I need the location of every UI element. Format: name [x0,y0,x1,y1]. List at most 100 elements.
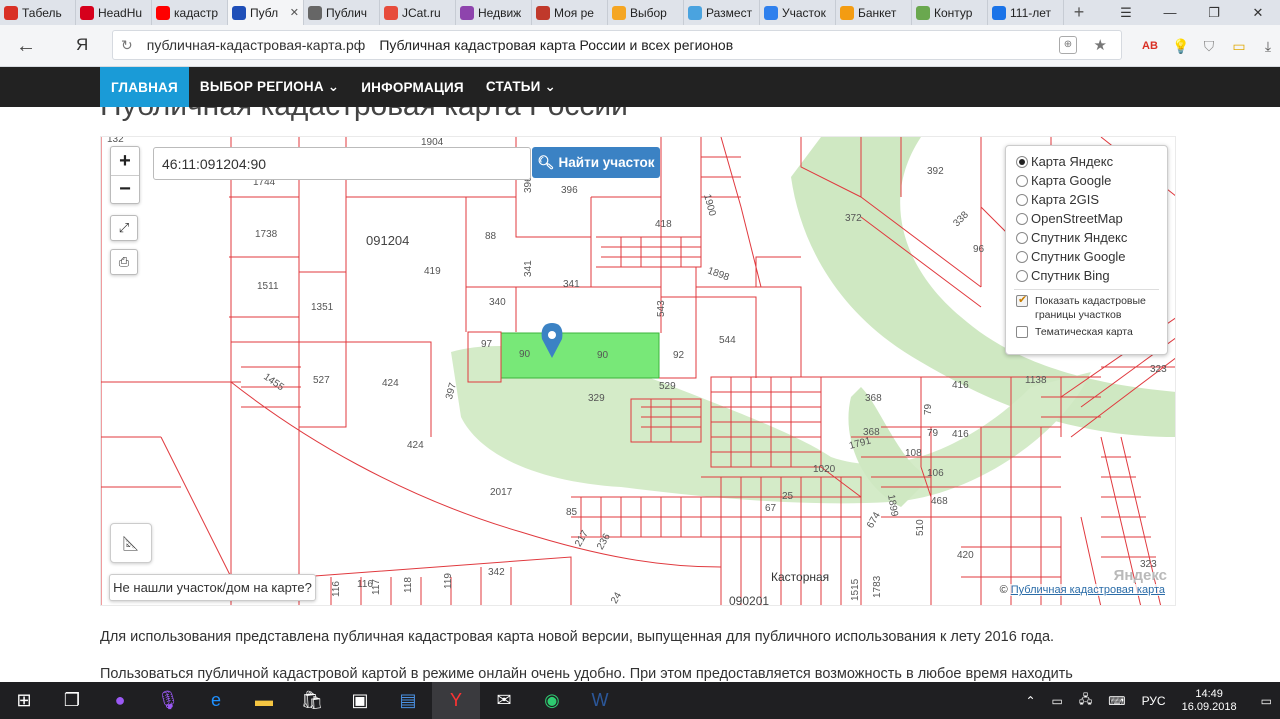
label: 1138 [1025,375,1047,386]
network-icon[interactable]: 🖧︎ [1079,690,1092,711]
layer-option[interactable]: Спутник Bing [1016,266,1167,285]
layer-label: Карта 2GIS [1031,192,1100,207]
keyboard-icon[interactable]: ⌨ [1108,694,1125,708]
browser-tab[interactable]: HeadHu [76,0,152,25]
battery-icon[interactable]: ▭ [1052,694,1063,708]
layer-radio[interactable] [1016,155,1028,168]
menu-icon[interactable]: ☰ [1104,0,1148,25]
content-paragraph-1: Для использования представлена публичная… [100,629,1055,645]
fullscreen-icon[interactable]: ⤢ [110,215,138,241]
back-arrow-icon[interactable]: ← [16,35,36,58]
label: 424 [382,378,399,389]
minimize-icon[interactable]: — [1148,0,1192,25]
browser-tab[interactable]: Публ ✕ [228,0,304,25]
reload-icon[interactable]: ↻ [121,37,133,54]
protect-icon[interactable]: ⊕ [1059,36,1077,54]
label: 420 [957,550,974,561]
word-icon[interactable]: W [576,682,624,719]
adblock-extension-icon[interactable]: AB [1140,36,1160,56]
browser-tab[interactable]: кадастр [152,0,228,25]
layer-radio[interactable] [1016,193,1028,206]
app-icon[interactable]: ▣ [336,682,384,719]
option-checkbox[interactable] [1016,293,1028,307]
language-indicator[interactable]: РУС [1142,694,1166,708]
zoom-in-button[interactable]: + [111,147,139,175]
layer-option[interactable]: Карта Яндекс [1016,152,1167,171]
file-explorer-icon[interactable]: ▬ [240,682,288,719]
browser-tab[interactable]: Недвиж [456,0,532,25]
browser-tab[interactable]: Моя ре [532,0,608,25]
nav-region[interactable]: ВЫБОР РЕГИОНА ⌄ [189,67,350,107]
layer-option[interactable]: Карта Google [1016,171,1167,190]
download-icon[interactable]: ⤓ [1258,36,1278,56]
network-app-icon[interactable]: ◉ [528,682,576,719]
option-checkbox[interactable] [1016,326,1028,338]
label: 416 [952,429,969,440]
label: 92 [673,350,685,361]
close-icon[interactable]: ✕ [1236,0,1280,25]
find-parcel-button[interactable]: 🔍︎ Найти участок [532,147,660,178]
nav-home[interactable]: ГЛАВНАЯ [100,67,189,107]
shield-extension-icon[interactable]: ⛉ [1199,36,1219,56]
notifications-icon[interactable]: ▭ [1261,694,1272,708]
label: 2017 [490,487,513,498]
not-found-button[interactable]: Не нашли участок/дом на карте? [109,574,316,601]
browser-tab[interactable]: Табель [0,0,76,25]
label: 96 [973,244,985,255]
nav-articles[interactable]: СТАТЬИ ⌄ [475,67,567,107]
zoom-out-button[interactable]: − [111,175,139,203]
copyright-link[interactable]: Публичная кадастровая карта [1011,584,1165,596]
bookmark-star-icon[interactable]: ★ [1094,36,1107,54]
layer-radio[interactable] [1016,269,1028,282]
tab-favicon-icon [232,5,246,20]
new-tab-button[interactable]: + [1064,0,1094,25]
label: 117 [371,579,382,595]
layer-option[interactable]: OpenStreetMap [1016,209,1167,228]
layer-label: Карта Google [1031,173,1112,188]
lightbulb-extension-icon[interactable]: 💡 [1171,36,1191,56]
cadastral-search-input[interactable] [153,147,531,180]
layer-radio[interactable] [1016,250,1028,263]
clock[interactable]: 14:49 16.09.2018 [1182,688,1237,714]
mail-icon[interactable]: ✉ [480,682,528,719]
browser-tab[interactable]: Выбор [608,0,684,25]
window-controls: ☰ — ❐ ✕ [1104,0,1280,25]
print-icon[interactable]: ⎙ [110,249,138,275]
browser-tab[interactable]: Контур [912,0,988,25]
monitor-app-icon[interactable]: ▤ [384,682,432,719]
label: 091204 [366,233,409,248]
browser-tab[interactable]: JCat.ru [380,0,456,25]
alice-icon[interactable]: ● [96,682,144,719]
tab-close-icon[interactable]: ✕ [290,6,299,19]
layer-radio[interactable] [1016,231,1028,244]
url-field[interactable]: ↻ публичная-кадастровая-карта.рф Публичн… [112,30,1122,60]
browser-tab[interactable]: Публич [304,0,380,25]
layer-radio[interactable] [1016,174,1028,187]
yandex-browser-icon[interactable]: Y [432,682,480,719]
browser-tab[interactable]: Участок [760,0,836,25]
map-option[interactable]: Показать кадастровые границы участков [1016,293,1167,322]
label: 416 [952,380,969,391]
battery-extension-icon[interactable]: ▭ [1229,36,1249,56]
browser-tab[interactable]: 111-лет [988,0,1064,25]
nav-info[interactable]: ИНФОРМАЦИЯ [350,67,475,107]
layer-option[interactable]: Спутник Яндекс [1016,228,1167,247]
microphone-icon[interactable]: 🎙︎ [144,682,192,719]
yandex-home-icon[interactable]: Я [76,35,88,55]
label: 119 [443,573,454,589]
cadastral-map[interactable]: 132 1904 1744 396 396 1900 418 392 372 3… [100,136,1176,606]
ruler-icon[interactable]: 📐︎ [110,523,152,563]
task-view-icon[interactable]: ❐ [48,682,96,719]
windows-start-icon[interactable]: ⊞ [0,682,48,719]
layer-radio[interactable] [1016,212,1028,225]
browser-tab[interactable]: Размест [684,0,760,25]
restore-icon[interactable]: ❐ [1192,0,1236,25]
map-option[interactable]: Тематическая карта [1016,325,1167,339]
store-icon[interactable]: 🛍︎ [288,682,336,719]
layer-option[interactable]: Спутник Google [1016,247,1167,266]
layer-label: Карта Яндекс [1031,154,1114,169]
browser-tab[interactable]: Банкет [836,0,912,25]
edge-icon[interactable]: e [192,682,240,719]
chevron-up-icon[interactable]: ⌃ [1025,694,1035,708]
layer-option[interactable]: Карта 2GIS [1016,190,1167,209]
